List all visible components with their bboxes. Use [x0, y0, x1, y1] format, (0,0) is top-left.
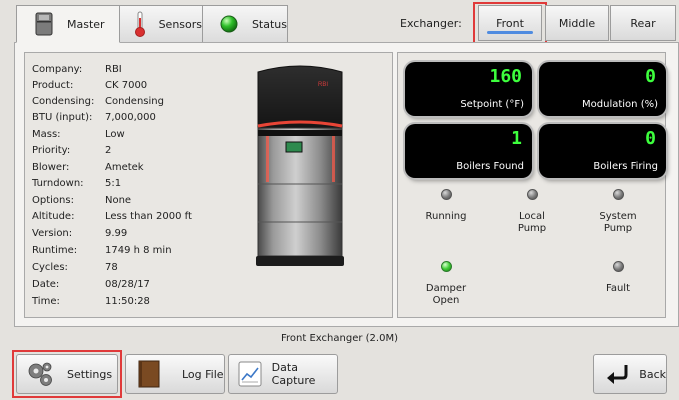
setpoint-value: 160: [489, 66, 522, 87]
fault-led-icon: [613, 261, 624, 272]
tab-sensors-label: Sensors: [158, 17, 202, 31]
tab-sensors[interactable]: Sensors: [119, 5, 203, 43]
boiler-brand-logo: RBI: [318, 82, 328, 88]
damper-open-label: Damper Open: [425, 283, 467, 306]
modulation-caption: Modulation (%): [582, 99, 658, 110]
info-label: Priority:: [32, 145, 71, 156]
exchanger-middle-label: Middle: [558, 16, 596, 30]
boilers-firing-readout: 0 Boilers Firing: [539, 124, 666, 178]
boilers-firing-value: 0: [645, 128, 656, 149]
modulation-value: 0: [645, 66, 656, 87]
info-label: Mass:: [32, 129, 61, 140]
chart-document-icon: [237, 359, 264, 389]
running-label: Running: [425, 211, 467, 222]
local-pump-label: Local Pump: [517, 211, 547, 234]
system-pump-led-icon: [613, 189, 624, 200]
info-value: None: [105, 195, 132, 206]
exchanger-label: Exchanger:: [400, 17, 462, 30]
tab-status-label: Status: [251, 17, 287, 31]
info-value: RBI: [105, 64, 122, 75]
exchanger-rear-label: Rear: [630, 16, 656, 30]
setpoint-caption: Setpoint (°F): [460, 99, 524, 110]
info-label: Blower:: [32, 162, 70, 173]
status-line: Front Exchanger (2.0M): [281, 333, 398, 344]
info-value: 5:1: [105, 178, 122, 189]
data-capture-button[interactable]: Data Capture: [228, 354, 338, 394]
info-value: Low: [105, 129, 125, 140]
info-label: Turndown:: [32, 178, 84, 189]
back-arrow-icon: [602, 359, 631, 389]
exchanger-middle-button[interactable]: Middle: [545, 5, 609, 41]
info-value: Less than 2000 ft: [105, 211, 192, 222]
info-label: Altitude:: [32, 211, 75, 222]
setpoint-readout: 160 Setpoint (°F): [405, 62, 532, 116]
running-led-icon: [441, 189, 452, 200]
tab-status[interactable]: Status: [202, 5, 288, 43]
settings-highlight-outline: [12, 350, 122, 398]
info-label: Options:: [32, 195, 74, 206]
modulation-readout: 0 Modulation (%): [539, 62, 666, 116]
info-label: Product:: [32, 80, 74, 91]
info-value: 11:50:28: [105, 296, 150, 307]
boilers-found-value: 1: [511, 128, 522, 149]
info-value: Ametek: [105, 162, 144, 173]
tab-master-label: Master: [67, 17, 105, 31]
damper-open-led-icon: [441, 261, 452, 272]
back-label: Back: [639, 367, 666, 381]
info-label: Condensing:: [32, 96, 95, 107]
info-value: 2: [105, 145, 112, 156]
info-label: BTU (input):: [32, 112, 93, 123]
log-file-button[interactable]: Log File: [125, 354, 225, 394]
green-status-icon: [217, 11, 242, 37]
info-label: Cycles:: [32, 262, 68, 273]
book-icon: [134, 359, 164, 389]
info-label: Time:: [32, 296, 60, 307]
info-value: Condensing: [105, 96, 164, 107]
info-label: Company:: [32, 64, 83, 75]
info-value: CK 7000: [105, 80, 148, 91]
info-label: Date:: [32, 279, 60, 290]
tab-master[interactable]: Master: [16, 5, 120, 43]
boiler-icon: [31, 11, 57, 37]
log-file-label: Log File: [182, 367, 224, 381]
info-value: 08/28/17: [105, 279, 150, 290]
boiler-image: RBI: [252, 62, 348, 270]
back-button[interactable]: Back: [593, 354, 667, 394]
data-capture-label: Data Capture: [271, 361, 316, 387]
boilers-found-readout: 1 Boilers Found: [405, 124, 532, 178]
exchanger-rear-button[interactable]: Rear: [610, 5, 676, 41]
boilers-found-caption: Boilers Found: [456, 161, 524, 172]
local-pump-led-icon: [527, 189, 538, 200]
thermometer-icon: [130, 11, 151, 37]
boilers-firing-caption: Boilers Firing: [593, 161, 658, 172]
info-value: 7,000,000: [105, 112, 156, 123]
system-pump-label: System Pump: [599, 211, 637, 234]
info-value: 9.99: [105, 228, 128, 239]
info-label: Version:: [32, 228, 73, 239]
info-value: 78: [105, 262, 118, 273]
fault-label: Fault: [606, 283, 630, 294]
front-highlight-outline: [473, 2, 547, 47]
info-label: Runtime:: [32, 245, 78, 256]
info-value: 1749 h 8 min: [105, 245, 172, 256]
